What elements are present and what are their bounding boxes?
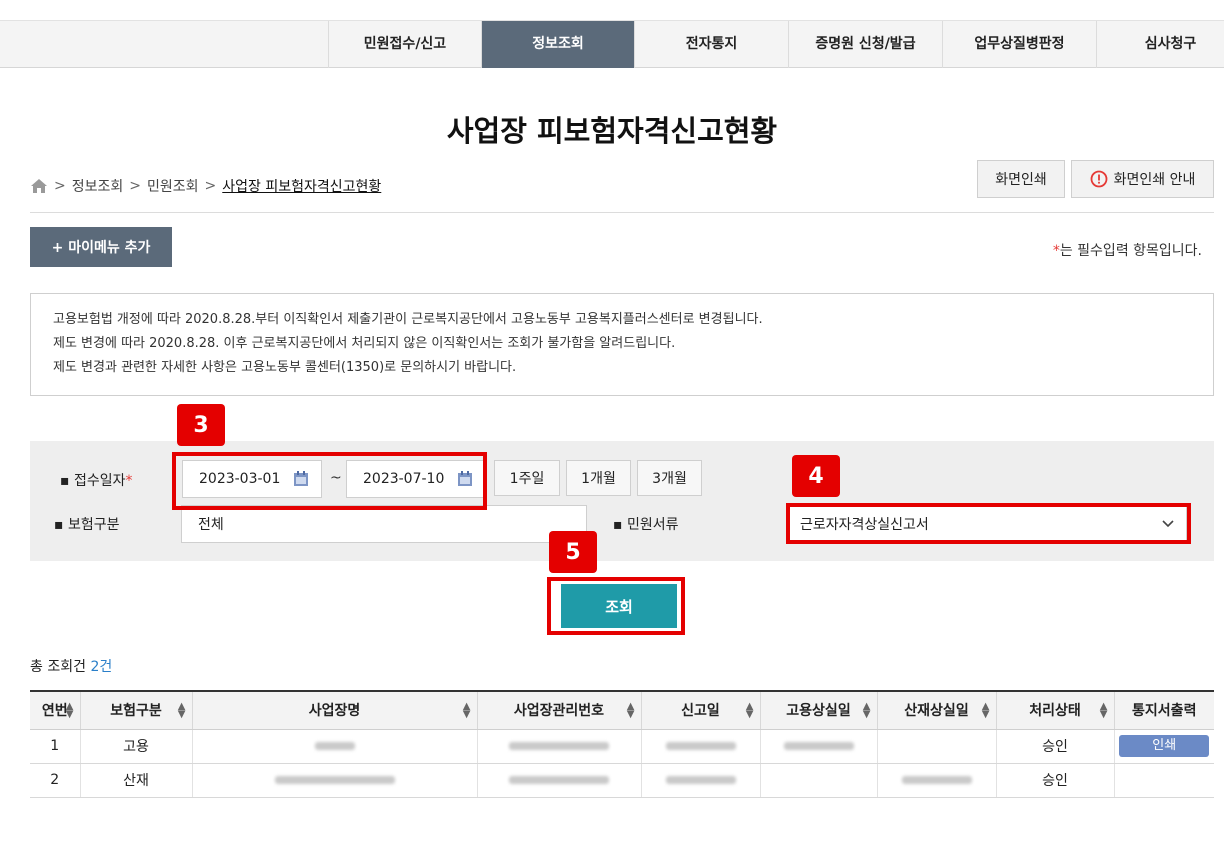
column-header-status[interactable]: 처리상태 ▲ ▼ xyxy=(995,690,1114,730)
column-header-workplace[interactable]: 사업장명 ▲ ▼ xyxy=(191,690,477,730)
period-1week-button[interactable]: 1주일 xyxy=(494,460,560,496)
period-3month-button[interactable]: 3개월 xyxy=(637,460,702,496)
result-count-value: 2건 xyxy=(90,659,113,675)
sort-icon[interactable]: ▲ ▼ xyxy=(746,702,754,720)
cell-report-date-redacted xyxy=(640,763,760,798)
nav-item-complaint[interactable]: 민원접수/신고 xyxy=(328,21,481,68)
required-note-text: 는 필수입력 항목입니다. xyxy=(1059,243,1202,259)
annotation-badge-3: 3 xyxy=(177,404,225,446)
cell-status: 승인 xyxy=(995,729,1114,764)
table-row: 1 고용 승인 인쇄 xyxy=(30,729,1214,764)
sort-icon[interactable]: ▲ ▼ xyxy=(627,702,635,720)
cell-status: 승인 xyxy=(995,763,1114,798)
screen-print-guide-label: 화면인쇄 안내 xyxy=(1113,172,1196,188)
nav-item-e-notice[interactable]: 전자통지 xyxy=(634,21,788,68)
result-count-label: 총 조회건 xyxy=(30,659,86,675)
page-title: 사업장 피보험자격신고현황 xyxy=(446,114,778,148)
annotation-badge-5: 5 xyxy=(549,531,597,573)
column-header-employment-loss-date[interactable]: 고용상실일 ▲ ▼ xyxy=(759,690,877,730)
cell-workplace-redacted xyxy=(191,763,477,798)
cell-print: 인쇄 xyxy=(1113,729,1214,764)
cell-workplace-id-redacted xyxy=(476,763,641,798)
cell-insurance: 산재 xyxy=(79,763,192,798)
notice-line: 고용보험법 개정에 따라 2020.8.28.부터 이직확인서 제출기관이 근로… xyxy=(53,312,763,327)
cell-insurance: 고용 xyxy=(79,729,192,764)
column-header-insurance[interactable]: 보험구분 ▲ ▼ xyxy=(79,690,192,730)
cell-workplace-id-redacted xyxy=(476,729,641,764)
annotation-box-3 xyxy=(172,452,487,510)
alert-icon xyxy=(1090,170,1108,188)
insurance-label: ▪ 보험구분 xyxy=(54,517,120,533)
top-nav: 민원접수/신고 정보조회 전자통지 증명원 신청/발급 업무상질병판정 심사청구 xyxy=(0,20,1224,68)
cell-no: 2 xyxy=(30,763,80,798)
nav-item-info-inquiry[interactable]: 정보조회 xyxy=(481,21,634,68)
cell-accident-loss xyxy=(876,729,996,764)
divider xyxy=(30,212,1214,213)
column-header-report-date[interactable]: 신고일 ▲ ▼ xyxy=(640,690,760,730)
table-row: 2 산재 승인 xyxy=(30,763,1214,798)
sort-icon[interactable]: ▲ ▼ xyxy=(178,702,186,720)
required-note: *는 필수입력 항목입니다. xyxy=(1053,240,1202,260)
column-header-notice-print: 통지서출력 xyxy=(1113,690,1214,730)
notice-box: 고용보험법 개정에 따라 2020.8.28.부터 이직확인서 제출기관이 근로… xyxy=(30,293,1214,396)
results-table: 연번 ▲ ▼ 보험구분 ▲ ▼ 사업장명 ▲ ▼ 사업장관리번호 ▲ ▼ 신고일 ▲ ▼ 고용상실일… xyxy=(30,690,1214,798)
annotation-box-4 xyxy=(786,503,1191,544)
period-1month-button[interactable]: 1개월 xyxy=(566,460,631,496)
cell-workplace-redacted xyxy=(191,729,477,764)
breadcrumb-separator: > xyxy=(54,178,66,194)
sort-icon[interactable]: ▲ ▼ xyxy=(66,702,74,720)
annotation-badge-4: 4 xyxy=(792,455,840,497)
screen-print-button[interactable]: 화면인쇄 xyxy=(977,160,1065,198)
screen-print-guide-button[interactable]: 화면인쇄 안내 xyxy=(1071,160,1214,198)
cell-accident-loss-redacted xyxy=(876,763,996,798)
breadcrumb-separator: > xyxy=(129,178,141,194)
sort-icon[interactable]: ▲ ▼ xyxy=(982,702,990,720)
insurance-type-select[interactable]: 전체 xyxy=(181,505,587,543)
nav-item-certificate[interactable]: 증명원 신청/발급 xyxy=(788,21,942,68)
sort-icon[interactable]: ▲ ▼ xyxy=(463,702,471,720)
breadcrumb: > 정보조회 > 민원조회 > 사업장 피보험자격신고현황 xyxy=(30,176,381,196)
nav-item-disease-decision[interactable]: 업무상질병판정 xyxy=(942,21,1096,68)
sort-icon[interactable]: ▲ ▼ xyxy=(1100,702,1108,720)
print-notice-button[interactable]: 인쇄 xyxy=(1119,735,1210,757)
cell-no: 1 xyxy=(30,729,80,764)
cell-employment-loss xyxy=(759,763,877,798)
breadcrumb-item-complaint[interactable]: 민원조회 xyxy=(147,176,199,196)
breadcrumb-item-info[interactable]: 정보조회 xyxy=(72,176,124,196)
result-count: 총 조회건 2건 xyxy=(30,656,112,676)
home-icon[interactable] xyxy=(30,178,48,194)
cell-report-date-redacted xyxy=(640,729,760,764)
document-label: ▪ 민원서류 xyxy=(613,517,679,533)
notice-line: 제도 변경에 따라 2020.8.28. 이후 근로복지공단에서 처리되지 않은… xyxy=(53,336,676,351)
column-header-no[interactable]: 연번 ▲ ▼ xyxy=(30,690,80,730)
breadcrumb-item-current: 사업장 피보험자격신고현황 xyxy=(222,179,382,195)
cell-print xyxy=(1113,763,1214,798)
sort-icon[interactable]: ▲ ▼ xyxy=(863,702,871,720)
required-star: * xyxy=(1052,243,1060,259)
add-mymenu-button[interactable]: + 마이메뉴 추가 xyxy=(30,227,172,267)
cell-employment-loss-redacted xyxy=(759,729,877,764)
annotation-box-5 xyxy=(547,577,685,635)
table-header-row: 연번 ▲ ▼ 보험구분 ▲ ▼ 사업장명 ▲ ▼ 사업장관리번호 ▲ ▼ 신고일 ▲ ▼ 고용상실일… xyxy=(30,690,1214,730)
date-label: ▪ 접수일자* xyxy=(60,473,133,489)
nav-item-review-request[interactable]: 심사청구 xyxy=(1096,21,1224,68)
notice-line: 제도 변경과 관련한 자세한 사항은 고용노동부 콜센터(1350)로 문의하시… xyxy=(53,360,517,375)
column-header-accident-loss-date[interactable]: 산재상실일 ▲ ▼ xyxy=(876,690,996,730)
breadcrumb-separator: > xyxy=(204,178,217,194)
column-header-workplace-id[interactable]: 사업장관리번호 ▲ ▼ xyxy=(476,690,641,730)
